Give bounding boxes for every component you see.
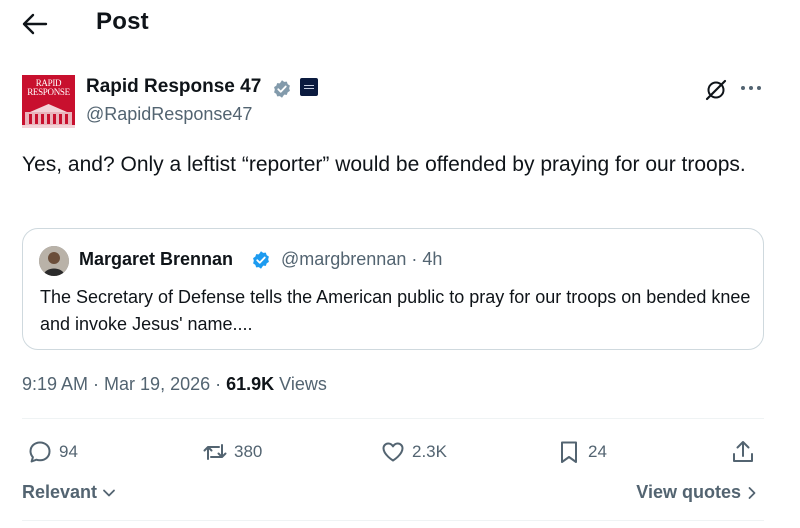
divider (22, 520, 764, 521)
page-title: Post (96, 8, 149, 35)
post-meta: 9:19 AM · Mar 19, 2026 · 61.9K Views (22, 374, 327, 395)
reply-icon (29, 441, 51, 463)
quoted-post-text: The Secretary of Defense tells the Ameri… (40, 287, 751, 334)
post-time[interactable]: 9:19 AM (22, 374, 88, 394)
building-graphic-icon (22, 104, 75, 128)
reply-sort-dropdown[interactable]: Relevant (22, 482, 116, 503)
avatar-logo-text: RAPID RESPONSE (27, 78, 70, 97)
views-count: 61.9K (226, 374, 275, 394)
reply-count: 94 (59, 442, 78, 461)
share-icon (733, 441, 753, 462)
arrow-left-icon (22, 13, 48, 35)
author-handle[interactable]: @RapidResponse47 (86, 104, 252, 125)
share-button[interactable] (730, 438, 756, 466)
views-label: Views (274, 374, 327, 394)
quoted-author-name[interactable]: Margaret Brennan (79, 249, 233, 270)
sort-label: Relevant (22, 482, 98, 502)
post-date[interactable]: Mar 19, 2026 (104, 374, 210, 394)
bookmark-button[interactable]: 24 (556, 438, 607, 466)
post-text: Yes, and? Only a leftist “reporter” woul… (22, 153, 746, 176)
seal-icon (304, 85, 314, 89)
back-button[interactable] (20, 10, 52, 38)
heart-icon (382, 442, 404, 462)
repost-count: 380 (234, 442, 263, 461)
reply-button[interactable]: 94 (27, 438, 78, 466)
author-avatar[interactable]: RAPID RESPONSE (22, 75, 75, 128)
quoted-post-card[interactable]: Margaret Brennan @margbrennan · 4h The S… (22, 228, 764, 350)
like-button[interactable]: 2.3K (380, 438, 447, 466)
quoted-author-handle-time[interactable]: @margbrennan · 4h (281, 249, 442, 270)
affiliation-badge[interactable] (300, 78, 318, 96)
more-options-icon[interactable] (738, 76, 764, 100)
verified-badge-icon[interactable] (272, 79, 292, 99)
bookmark-count: 24 (588, 442, 607, 461)
chevron-right-icon (748, 487, 756, 500)
view-quotes-link[interactable]: View quotes (636, 482, 758, 503)
post-header: Post (0, 0, 800, 50)
person-photo-icon (39, 246, 69, 276)
divider (22, 418, 764, 419)
bookmark-icon (561, 441, 577, 463)
verified-badge-icon[interactable] (251, 250, 271, 270)
quoted-author-avatar[interactable] (39, 246, 69, 276)
author-name[interactable]: Rapid Response 47 (86, 76, 261, 98)
chevron-down-icon (103, 489, 115, 497)
repost-icon (203, 444, 227, 460)
like-count: 2.3K (412, 442, 447, 461)
repost-button[interactable]: 380 (202, 438, 262, 466)
grok-icon[interactable] (704, 78, 728, 102)
meta-separator: · (210, 374, 227, 394)
view-quotes-label: View quotes (636, 482, 741, 502)
meta-separator: · (88, 374, 105, 394)
